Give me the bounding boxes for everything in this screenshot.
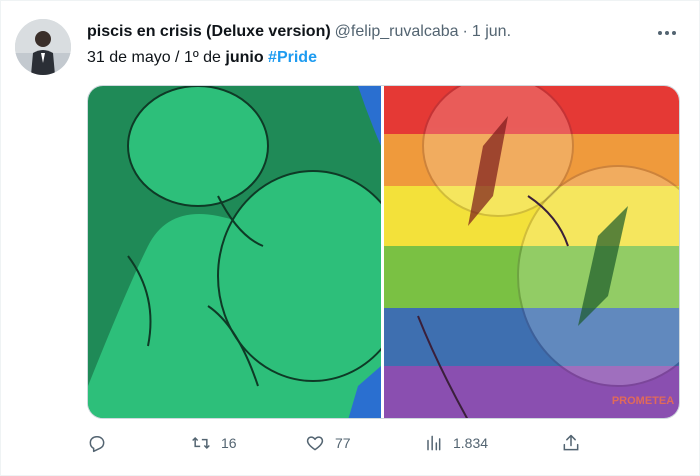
retweet-count: 16 [221,435,237,451]
tweet-header: piscis en crisis (Deluxe version) @felip_… [87,21,511,43]
tweet-text-bold: junio [225,49,264,66]
share-icon [563,434,579,451]
like-button[interactable]: 77 [305,429,351,457]
more-options-icon[interactable] [655,25,679,41]
tweet-media[interactable]: PROMETEA [87,85,680,419]
share-button[interactable] [561,429,591,457]
tweet-text-prefix: 31 de mayo / 1º de [87,49,226,66]
retweet-icon [192,436,210,450]
media-image: PROMETEA [88,86,679,418]
avatar[interactable] [15,19,71,75]
tweet-text: 31 de mayo / 1º de junio #Pride [87,47,317,69]
views-button[interactable]: 1.834 [423,429,488,457]
reply-button[interactable] [87,429,117,457]
display-name[interactable]: piscis en crisis (Deluxe version) [87,23,331,40]
user-handle[interactable]: @felip_ruvalcaba [335,23,459,40]
retweet-button[interactable]: 16 [191,429,237,457]
left-panel-green [88,86,381,418]
hashtag-link[interactable]: #Pride [268,49,317,66]
right-panel-rainbow [384,86,679,418]
heart-icon [306,436,324,451]
reply-icon [89,436,105,453]
tweet-card[interactable]: piscis en crisis (Deluxe version) @felip_… [0,0,700,476]
views-count: 1.834 [453,435,489,451]
views-icon [427,435,441,451]
avatar-photo [15,19,71,75]
action-bar: 16 77 1.834 [87,429,587,457]
watermark: PROMETEA [612,395,674,407]
like-count: 77 [335,435,351,451]
timestamp[interactable]: 1 jun. [472,23,511,40]
separator-dot: · [462,23,468,40]
